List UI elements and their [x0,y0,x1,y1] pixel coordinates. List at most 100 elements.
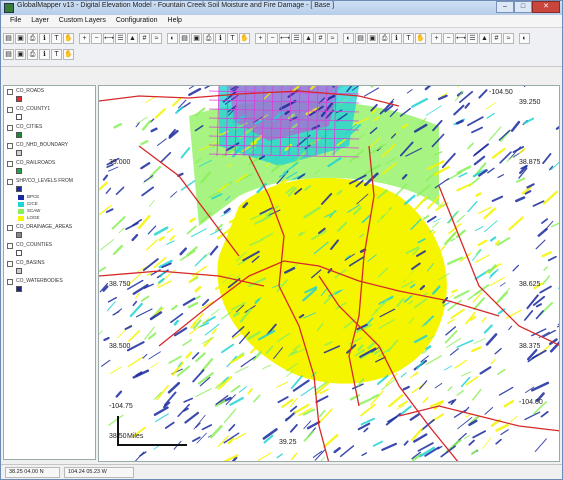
window-title: GlobalMapper v13 - Digital Elevation Mod… [17,2,335,9]
layer-item[interactable]: CO_WATERBODIES [4,276,95,294]
layer-item[interactable]: SHP/CO_LEVELS FROM [4,176,95,194]
layer-visibility-checkbox[interactable] [7,143,13,149]
layer-item[interactable]: CO_NHD_BOUNDARY [4,140,95,158]
zoom-in-icon[interactable]: + [79,33,90,44]
layer-visibility-checkbox[interactable] [7,125,13,131]
measure-icon[interactable]: ⟷ [103,33,114,44]
layer-visibility-checkbox[interactable] [7,225,13,231]
print-icon[interactable]: ⎙ [27,49,38,60]
print-icon[interactable]: ⎙ [379,33,390,44]
open-icon[interactable]: ▤ [179,33,190,44]
terrain-icon[interactable]: ▲ [303,33,314,44]
menu-help[interactable]: Help [163,15,187,27]
shade-icon[interactable]: ◐ [167,33,178,44]
map-canvas[interactable]: -104.50 39.250 39.000 38.875 38.750 38.625 38.… [99,86,560,462]
save-icon[interactable]: ▣ [367,33,378,44]
layer-visibility-checkbox[interactable] [7,161,13,167]
coordinate-label: 39.25 [279,439,297,446]
layer-name: CO_DRAINAGE_AREAS [16,224,73,230]
coordinate-label: 39.250 [519,99,541,106]
text-icon[interactable]: T [227,33,238,44]
layer-visibility-checkbox[interactable] [7,243,13,249]
scale-bar-vertical [117,416,119,446]
zoom-in-icon[interactable]: + [431,33,442,44]
layer-icon[interactable]: ☰ [291,33,302,44]
layer-symbol-icon [16,96,22,102]
print-icon[interactable]: ⎙ [27,33,38,44]
map-view[interactable]: -104.50 39.250 39.000 38.875 38.750 38.625 38.… [98,85,560,462]
pan-icon[interactable]: ✋ [63,33,74,44]
scale-bar-horizontal [117,444,187,446]
zoom-in-icon[interactable]: + [255,33,266,44]
layer-panel[interactable]: CO_ROADS CO_COUNTY1 CO_CITIES CO_NHD_BOUNDA… [3,85,96,460]
grid-icon[interactable]: # [315,33,326,44]
layer-symbol-icon [16,250,22,256]
legend-label: BPCE [27,194,40,199]
text-icon[interactable]: T [51,33,62,44]
menu-layer[interactable]: Layer [26,15,54,27]
contour-icon[interactable]: ≈ [151,33,162,44]
layer-visibility-checkbox[interactable] [7,279,13,285]
layer-item[interactable]: CO_RAILROADS [4,158,95,176]
save-icon[interactable]: ▣ [15,49,26,60]
shade-icon[interactable]: ◐ [519,33,530,44]
maximize-button[interactable]: □ [514,1,532,13]
info-icon[interactable]: ℹ [215,33,226,44]
text-icon[interactable]: T [403,33,414,44]
grid-icon[interactable]: # [139,33,150,44]
layer-icon[interactable]: ☰ [467,33,478,44]
coordinate-label: 38.375 [519,343,541,350]
menu-configuration[interactable]: Configuration [111,15,163,27]
grid-icon[interactable]: # [491,33,502,44]
save-icon[interactable]: ▣ [15,33,26,44]
layer-name: CO_ROADS [16,88,45,94]
open-icon[interactable]: ▤ [3,49,14,60]
layer-visibility-checkbox[interactable] [7,261,13,267]
terrain-icon[interactable]: ▲ [479,33,490,44]
text-icon[interactable]: T [51,49,62,60]
layer-name: CO_CITIES [16,124,43,130]
shade-icon[interactable]: ◐ [343,33,354,44]
layer-item[interactable]: CO_CITIES [4,122,95,140]
legend-swatch [18,209,24,214]
layer-item[interactable]: CO_DRAINAGE_AREAS [4,222,95,240]
coordinate-label: 38.500 [109,343,131,350]
save-icon[interactable]: ▣ [191,33,202,44]
contour-icon[interactable]: ≈ [327,33,338,44]
coordinate-label: -104.00 [519,399,543,406]
zoom-out-icon[interactable]: − [443,33,454,44]
legend-swatch [18,195,24,200]
layer-symbol-icon [16,232,22,238]
measure-icon[interactable]: ⟷ [455,33,466,44]
pan-icon[interactable]: ✋ [415,33,426,44]
info-icon[interactable]: ℹ [39,33,50,44]
title-bar[interactable]: GlobalMapper v13 - Digital Elevation Mod… [1,1,562,15]
info-icon[interactable]: ℹ [391,33,402,44]
layer-visibility-checkbox[interactable] [7,179,13,185]
pan-icon[interactable]: ✋ [63,49,74,60]
zoom-out-icon[interactable]: − [91,33,102,44]
open-icon[interactable]: ▤ [355,33,366,44]
layer-item[interactable]: CO_COUNTIES [4,240,95,258]
menu-custom-layers[interactable]: Custom Layers [54,15,111,27]
layer-icon[interactable]: ☰ [115,33,126,44]
layer-item[interactable]: CO_COUNTY1 [4,104,95,122]
measure-icon[interactable]: ⟷ [279,33,290,44]
info-icon[interactable]: ℹ [39,49,50,60]
layer-list: CO_ROADS CO_COUNTY1 CO_CITIES CO_NHD_BOUNDA… [4,86,95,294]
menu-file[interactable]: File [5,15,26,27]
layer-visibility-checkbox[interactable] [7,107,13,113]
layer-item[interactable]: CO_ROADS [4,86,95,104]
zoom-out-icon[interactable]: − [267,33,278,44]
minimize-button[interactable]: – [496,1,514,13]
open-icon[interactable]: ▤ [3,33,14,44]
coordinate-label: -104.50 [489,89,513,96]
pan-icon[interactable]: ✋ [239,33,250,44]
legend-swatch [18,202,24,207]
print-icon[interactable]: ⎙ [203,33,214,44]
terrain-icon[interactable]: ▲ [127,33,138,44]
layer-item[interactable]: CO_BASINS [4,258,95,276]
layer-visibility-checkbox[interactable] [7,89,13,95]
contour-icon[interactable]: ≈ [503,33,514,44]
close-button[interactable]: ✕ [532,1,560,13]
